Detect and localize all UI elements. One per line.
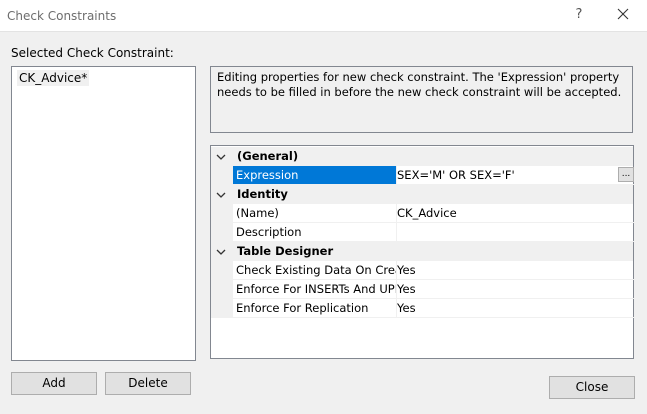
selected-constraint-label: Selected Check Constraint:	[11, 46, 174, 60]
property-name[interactable]: Enforce For Replication	[233, 299, 397, 318]
category-label: (General)	[237, 149, 299, 163]
category-table-designer[interactable]: Table Designer	[211, 242, 633, 261]
row-gutter	[211, 280, 233, 299]
chevron-down-icon[interactable]	[215, 246, 227, 258]
description-panel: Editing properties for new check constra…	[210, 66, 633, 133]
property-row-name[interactable]: (Name) CK_Advice	[211, 204, 636, 223]
property-name[interactable]: Check Existing Data On Creat	[233, 261, 397, 280]
property-name[interactable]: Description	[233, 223, 397, 242]
property-grid[interactable]: (General) Expression SEX='M' OR SEX='F' …	[210, 145, 636, 359]
window-title: Check Constraints	[7, 9, 117, 23]
category-label: Identity	[237, 187, 288, 201]
close-window-button[interactable]	[611, 4, 635, 26]
property-value[interactable]: CK_Advice	[394, 204, 636, 223]
property-row-enforce-inserts[interactable]: Enforce For INSERTs And UPD. Yes	[211, 280, 636, 299]
row-gutter	[211, 299, 233, 318]
property-name[interactable]: (Name)	[233, 204, 397, 223]
category-general[interactable]: (General)	[211, 147, 633, 166]
list-item-constraint[interactable]: CK_Advice*	[17, 70, 90, 86]
property-value[interactable]	[394, 223, 636, 242]
category-identity[interactable]: Identity	[211, 185, 633, 204]
row-gutter	[211, 223, 233, 242]
property-row-description[interactable]: Description	[211, 223, 636, 242]
chevron-down-icon[interactable]	[215, 189, 227, 201]
property-row-enforce-replication[interactable]: Enforce For Replication Yes	[211, 299, 636, 318]
row-gutter	[211, 166, 233, 185]
property-name[interactable]: Enforce For INSERTs And UPD.	[233, 280, 397, 299]
title-bar: Check Constraints ?	[0, 0, 647, 32]
property-value[interactable]: Yes	[394, 261, 636, 280]
property-value[interactable]: Yes	[394, 280, 636, 299]
property-value: SEX='M' OR SEX='F'	[397, 168, 515, 182]
category-label: Table Designer	[237, 244, 334, 258]
ellipsis-button[interactable]: ...	[618, 167, 634, 182]
expression-value-field[interactable]: SEX='M' OR SEX='F' ...	[394, 166, 636, 185]
help-button[interactable]: ?	[568, 4, 590, 26]
property-row-check-existing[interactable]: Check Existing Data On Creat Yes	[211, 261, 636, 280]
property-name[interactable]: Expression	[233, 166, 397, 185]
property-row-expression[interactable]: Expression SEX='M' OR SEX='F' ...	[211, 166, 636, 185]
close-button[interactable]: Close	[549, 376, 635, 399]
row-gutter	[211, 204, 233, 223]
chevron-down-icon[interactable]	[215, 151, 227, 163]
constraint-list[interactable]: CK_Advice*	[11, 66, 196, 361]
close-icon	[617, 8, 629, 20]
property-value[interactable]: Yes	[394, 299, 636, 318]
add-button[interactable]: Add	[11, 372, 97, 395]
delete-button[interactable]: Delete	[105, 372, 191, 395]
row-gutter	[211, 261, 233, 280]
